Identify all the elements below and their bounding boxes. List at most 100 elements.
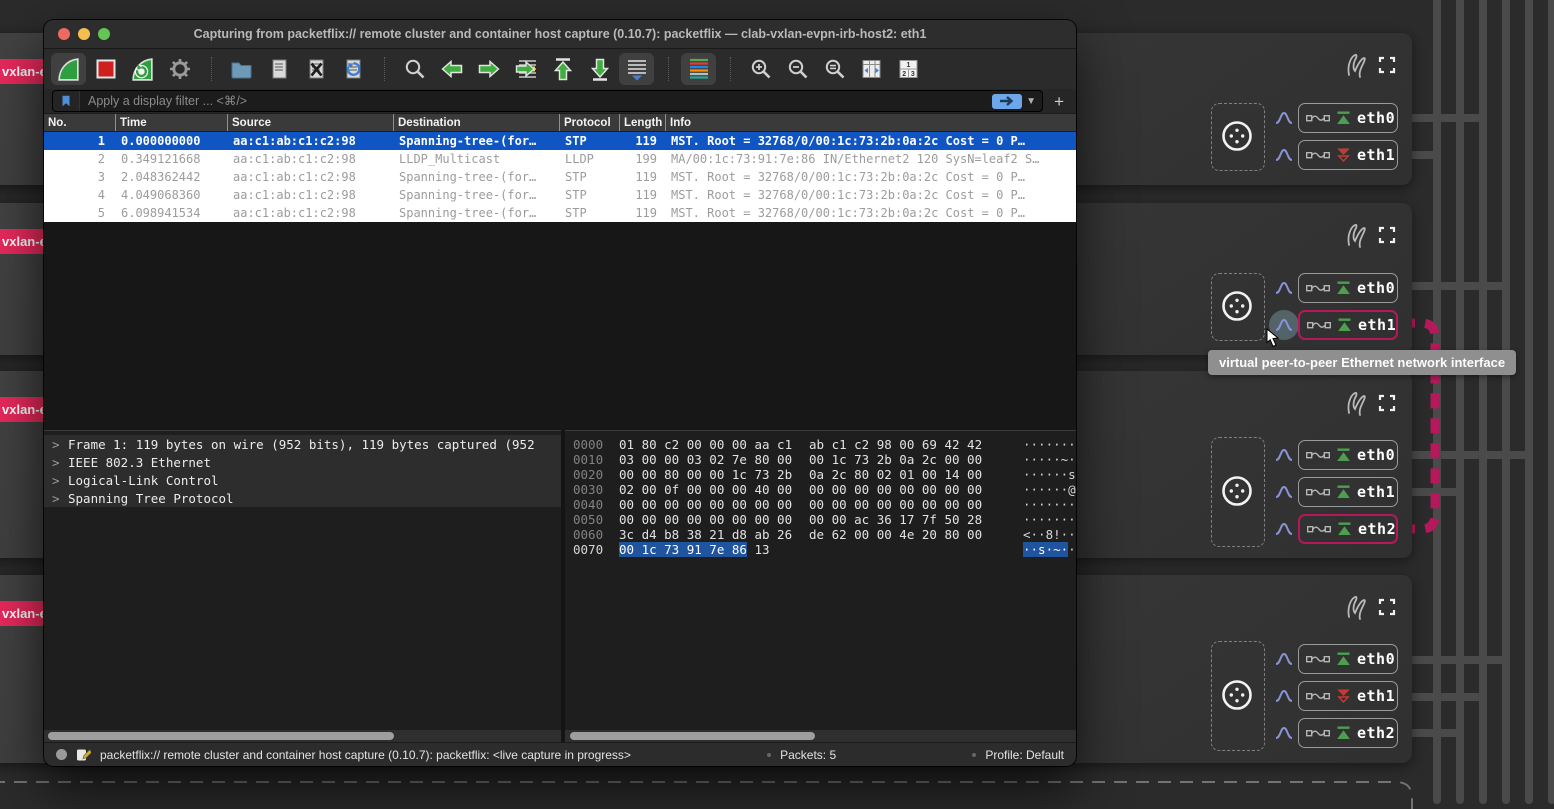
interface-badge-eth1[interactable]: eth1 bbox=[1298, 477, 1398, 507]
hex-row[interactable]: 005000 00 00 00 00 00 00 0000 00 ac 36 1… bbox=[573, 512, 1076, 527]
capture-wave-icon[interactable] bbox=[1275, 689, 1293, 703]
find-packet-button[interactable] bbox=[397, 53, 432, 85]
interface-badge-eth0[interactable]: eth0 bbox=[1298, 440, 1398, 470]
capture-wave-icon[interactable] bbox=[1275, 522, 1293, 536]
capture-wave-icon[interactable] bbox=[1275, 448, 1293, 462]
protocol-tree-item[interactable]: >Spanning Tree Protocol bbox=[44, 489, 561, 507]
go-to-packet-button[interactable] bbox=[508, 53, 543, 85]
start-capture-button[interactable] bbox=[51, 53, 86, 85]
column-header-time[interactable]: Time bbox=[115, 114, 227, 131]
zoom-in-button[interactable] bbox=[743, 53, 778, 85]
column-header-protocol[interactable]: Protocol bbox=[559, 114, 619, 131]
expand-icon[interactable] bbox=[1378, 56, 1396, 74]
hex-row[interactable]: 00603c d4 b8 38 21 d8 ab 26de 62 00 00 4… bbox=[573, 527, 1076, 542]
packet-row[interactable]: 44.049068360aa:c1:ab:c1:c2:98Spanning-tr… bbox=[44, 186, 1076, 204]
protocol-tree-item[interactable]: >Frame 1: 119 bytes on wire (952 bits), … bbox=[44, 435, 561, 453]
close-window-button[interactable] bbox=[58, 28, 70, 40]
capture-sketch-icon[interactable] bbox=[1343, 593, 1369, 623]
number-columns-button[interactable]: 123 bbox=[891, 53, 926, 85]
colorize-packets-button[interactable] bbox=[681, 53, 716, 85]
hex-row[interactable]: 004000 00 00 00 00 00 00 0000 00 00 00 0… bbox=[573, 497, 1076, 512]
profile-label[interactable]: Profile: Default bbox=[985, 748, 1064, 762]
capture-wave-icon[interactable] bbox=[1275, 652, 1293, 666]
restart-capture-button[interactable] bbox=[125, 53, 160, 85]
interface-badge-eth2[interactable]: eth2 bbox=[1298, 514, 1398, 544]
column-header-info[interactable]: Info bbox=[665, 114, 1076, 131]
capture-wave-icon[interactable] bbox=[1275, 281, 1293, 295]
filter-dropdown-caret[interactable]: ▼ bbox=[1026, 96, 1036, 107]
display-filter-input[interactable] bbox=[80, 94, 992, 108]
stop-capture-button[interactable] bbox=[88, 53, 123, 85]
packet-row[interactable]: 10.000000000aa:c1:ab:c1:c2:98Spanning-tr… bbox=[44, 132, 1076, 150]
filter-bookmark-icon[interactable] bbox=[53, 91, 80, 111]
column-header-no[interactable]: No. bbox=[44, 114, 115, 131]
column-header-source[interactable]: Source bbox=[227, 114, 393, 131]
expander-icon[interactable]: > bbox=[52, 473, 68, 488]
resize-columns-button[interactable] bbox=[854, 53, 889, 85]
interface-badge-eth1[interactable]: eth1 bbox=[1298, 140, 1398, 170]
column-header-length[interactable]: Length bbox=[619, 114, 665, 131]
veth-icon bbox=[1306, 450, 1330, 460]
details-hscrollbar[interactable] bbox=[44, 730, 561, 742]
expander-icon[interactable]: > bbox=[52, 437, 68, 452]
interface-badge-eth1[interactable]: eth1 bbox=[1298, 681, 1398, 711]
expander-icon[interactable]: > bbox=[52, 455, 68, 470]
zoom-original-size-button[interactable] bbox=[817, 53, 852, 85]
reload-capture-file-button[interactable] bbox=[335, 53, 370, 85]
capture-sketch-icon[interactable] bbox=[1343, 51, 1369, 81]
interface-badge-eth1[interactable]: eth1 bbox=[1298, 310, 1398, 340]
apply-filter-button[interactable] bbox=[992, 94, 1022, 109]
expert-status-dot[interactable] bbox=[56, 749, 67, 760]
protocol-tree-item[interactable]: >Logical-Link Control bbox=[44, 471, 561, 489]
packet-row[interactable]: 20.349121668aa:c1:ab:c1:c2:98LLDP_Multic… bbox=[44, 150, 1076, 168]
last-packet-button[interactable] bbox=[582, 53, 617, 85]
protocol-tree-item[interactable]: >IEEE 802.3 Ethernet bbox=[44, 453, 561, 471]
capture-sketch-icon[interactable] bbox=[1343, 221, 1369, 251]
zoom-window-button[interactable] bbox=[98, 28, 110, 40]
hex-row[interactable]: 007000 1c 73 91 7e 86 13··s·~·· bbox=[573, 542, 1076, 557]
capture-sketch-icon[interactable] bbox=[1343, 389, 1369, 419]
close-capture-file-button[interactable] bbox=[298, 53, 333, 85]
bytes-hscrollbar[interactable] bbox=[565, 730, 1076, 742]
node-type-icon[interactable] bbox=[1219, 677, 1255, 713]
interface-badge-eth0[interactable]: eth0 bbox=[1298, 103, 1398, 133]
capture-wave-icon[interactable] bbox=[1275, 148, 1293, 162]
capture-comment-icon[interactable] bbox=[76, 747, 91, 762]
expand-icon[interactable] bbox=[1378, 226, 1396, 244]
expander-icon[interactable]: > bbox=[52, 491, 68, 506]
open-capture-file-button[interactable] bbox=[224, 53, 259, 85]
interface-badge-eth0[interactable]: eth0 bbox=[1298, 273, 1398, 303]
expand-icon[interactable] bbox=[1378, 598, 1396, 616]
capture-wave-icon[interactable] bbox=[1275, 111, 1293, 125]
cell-source: aa:c1:ab:c1:c2:98 bbox=[227, 152, 393, 166]
column-header-destination[interactable]: Destination bbox=[393, 114, 559, 131]
previous-packet-button[interactable] bbox=[434, 53, 469, 85]
packet-row[interactable]: 32.048362442aa:c1:ab:c1:c2:98Spanning-tr… bbox=[44, 168, 1076, 186]
save-capture-file-button[interactable] bbox=[261, 53, 296, 85]
add-filter-button[interactable]: + bbox=[1050, 93, 1068, 110]
capture-wave-icon[interactable] bbox=[1275, 726, 1293, 740]
bytes-hscroll-thumb[interactable] bbox=[570, 732, 815, 740]
zoom-out-button[interactable] bbox=[780, 53, 815, 85]
link-up-icon bbox=[1336, 448, 1351, 462]
toolbar-separator bbox=[199, 57, 212, 81]
hex-row[interactable]: 002000 00 80 00 00 1c 73 2b0a 2c 80 02 0… bbox=[573, 467, 1076, 482]
next-packet-button[interactable] bbox=[471, 53, 506, 85]
interface-badge-eth2[interactable]: eth2 bbox=[1298, 718, 1398, 748]
node-type-icon[interactable] bbox=[1219, 473, 1255, 509]
node-type-icon[interactable] bbox=[1219, 118, 1255, 154]
toolbar-separator bbox=[372, 57, 385, 81]
packet-row[interactable]: 56.098941534aa:c1:ab:c1:c2:98Spanning-tr… bbox=[44, 204, 1076, 222]
capture-options-button[interactable] bbox=[162, 53, 197, 85]
minimize-window-button[interactable] bbox=[78, 28, 90, 40]
first-packet-button[interactable] bbox=[545, 53, 580, 85]
node-type-icon[interactable] bbox=[1219, 288, 1255, 324]
capture-wave-icon[interactable] bbox=[1275, 485, 1293, 499]
auto-scroll-button[interactable] bbox=[619, 53, 654, 85]
hex-row[interactable]: 003002 00 0f 00 00 00 40 0000 00 00 00 0… bbox=[573, 482, 1076, 497]
details-hscroll-thumb[interactable] bbox=[48, 732, 394, 740]
expand-icon[interactable] bbox=[1378, 394, 1396, 412]
hex-row[interactable]: 001003 00 00 03 02 7e 80 0000 1c 73 2b 0… bbox=[573, 452, 1076, 467]
interface-badge-eth0[interactable]: eth0 bbox=[1298, 644, 1398, 674]
hex-row[interactable]: 000001 80 c2 00 00 00 aa c1ab c1 c2 98 0… bbox=[573, 437, 1076, 452]
